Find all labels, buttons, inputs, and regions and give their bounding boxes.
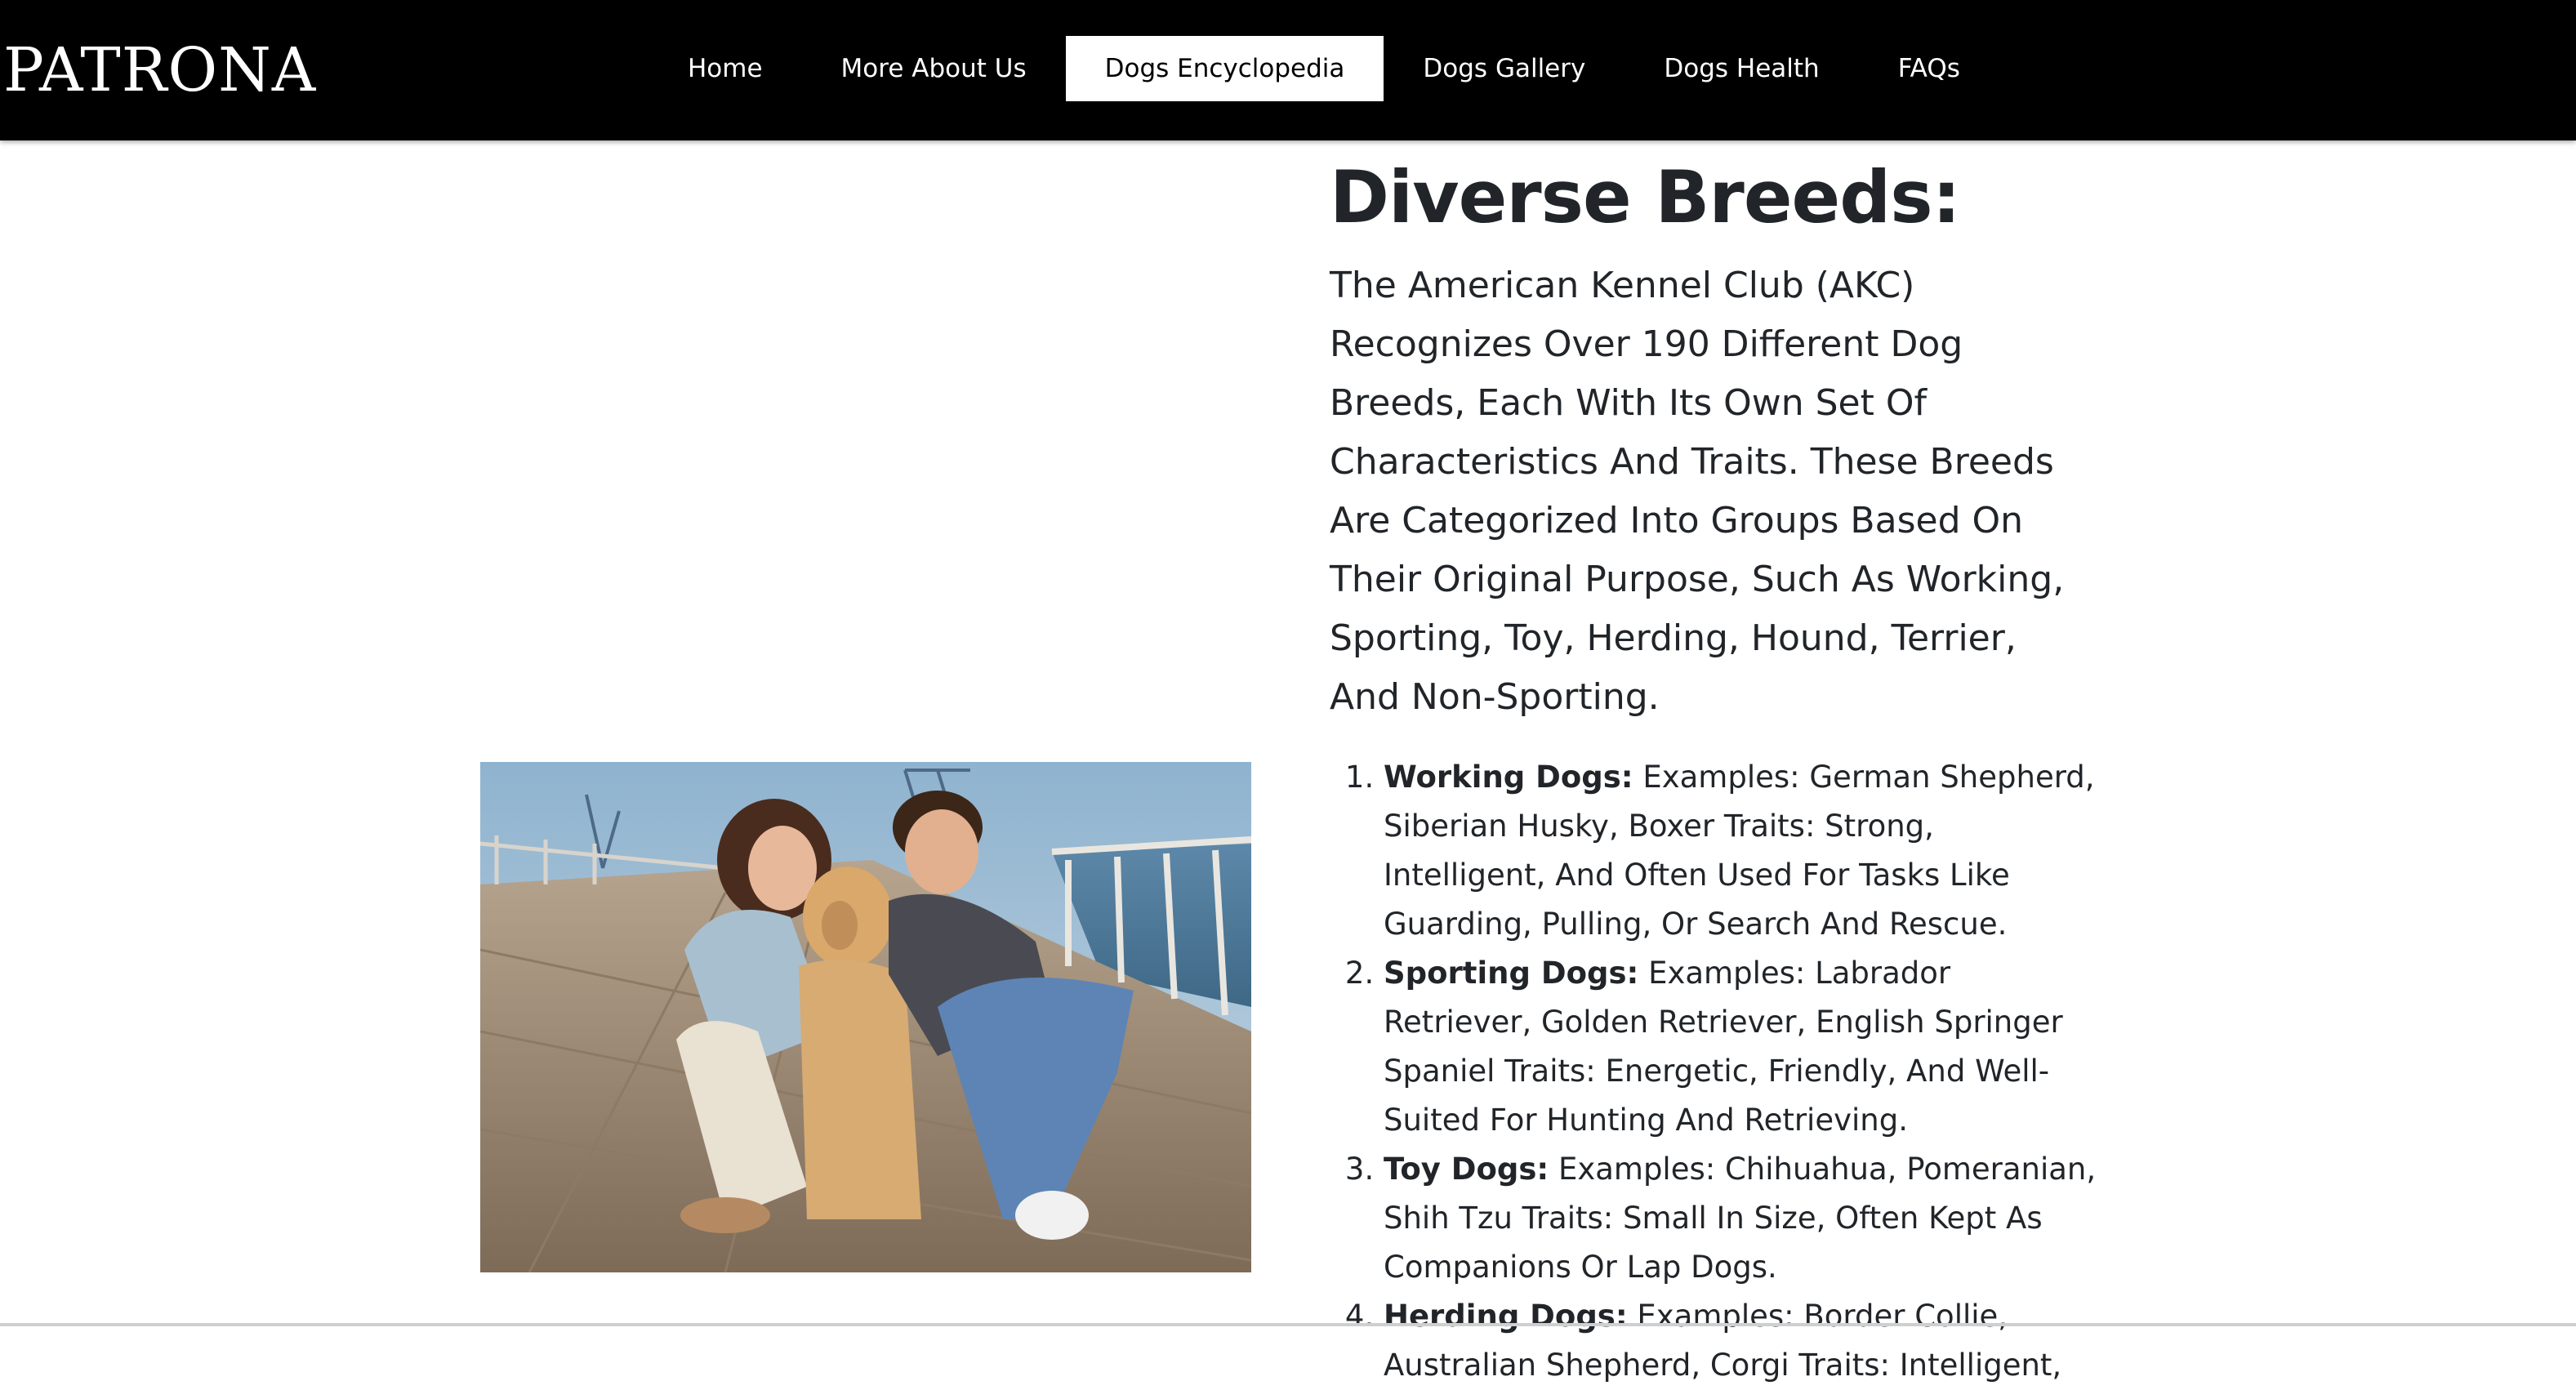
- list-item: Working Dogs: Examples: German Shepherd,…: [1384, 753, 2097, 949]
- nav-item-dogs-encyclopedia[interactable]: Dogs Encyclopedia: [1065, 36, 1384, 101]
- brand-logo[interactable]: PATRONA: [3, 29, 316, 111]
- nav-item-dogs-gallery[interactable]: Dogs Gallery: [1384, 36, 1624, 101]
- intro-paragraph: The American Kennel Club (AKC) Recognize…: [1330, 265, 2065, 718]
- breed-group-name: Herding Dogs:: [1384, 1299, 1628, 1334]
- breed-group-list: Working Dogs: Examples: German Shepherd,…: [1330, 753, 2097, 1390]
- page-title: Diverse Breeds:: [1330, 155, 1961, 239]
- nav-item-home[interactable]: Home: [648, 36, 802, 101]
- list-item: Herding Dogs: Examples: Border Collie, A…: [1384, 1292, 2097, 1390]
- navbar: PATRONA Home More About Us Dogs Encyclop…: [0, 0, 2576, 140]
- breed-group-name: Sporting Dogs:: [1384, 956, 1639, 991]
- diverse-breeds-section: Diverse Breeds: The American Kennel Club…: [1330, 140, 2097, 1390]
- main-nav: Home More About Us Dogs Encyclopedia Dog…: [648, 36, 1999, 101]
- viewport-bottom-border: [0, 1323, 2576, 1326]
- nav-item-more-about-us[interactable]: More About Us: [802, 36, 1066, 101]
- breed-group-name: Toy Dogs:: [1384, 1152, 1549, 1187]
- couple-with-dog-photo: [480, 762, 1251, 1272]
- nav-item-dogs-health[interactable]: Dogs Health: [1624, 36, 1858, 101]
- nav-item-faqs[interactable]: FAQs: [1859, 36, 1999, 101]
- list-item: Sporting Dogs: Examples: Labrador Retrie…: [1384, 949, 2097, 1145]
- breed-group-name: Working Dogs:: [1384, 760, 1633, 795]
- list-item: Toy Dogs: Examples: Chihuahua, Pomerania…: [1384, 1145, 2097, 1292]
